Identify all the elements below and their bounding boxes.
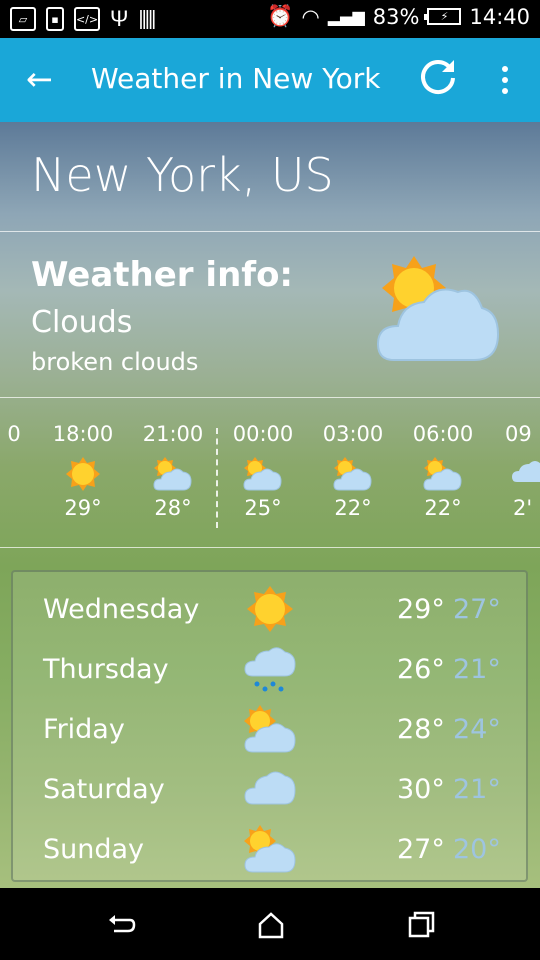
refresh-icon[interactable] xyxy=(416,56,460,100)
hourly-time: 09 xyxy=(505,422,532,446)
divider xyxy=(0,547,540,548)
daily-forecast: Wednesday 29° 27° Thursday 26° 21° Frida… xyxy=(11,570,528,882)
location-name: New York, US xyxy=(31,148,334,202)
sun-cloud-icon xyxy=(244,705,296,753)
hourly-item: 03:00 22° xyxy=(313,422,393,520)
hourly-time: 03:00 xyxy=(322,422,384,446)
sun-cloud-icon xyxy=(243,457,282,491)
back-arrow-icon[interactable]: ← xyxy=(26,60,53,98)
divider xyxy=(0,231,540,232)
daily-row[interactable]: Wednesday 29° 27° xyxy=(13,580,530,638)
more-vert-icon[interactable] xyxy=(500,66,510,96)
day-high: 28° xyxy=(397,714,445,745)
status-bar: ▱ ▪ </> Ψ ||||| ⏰ ◠ ▂▄▆ 83% ⚡ 14:40 xyxy=(0,0,540,38)
hourly-time: 18:00 xyxy=(52,422,114,446)
sun-cloud-icon xyxy=(423,457,462,491)
rain-icon xyxy=(512,461,540,482)
recents-nav-icon[interactable] xyxy=(406,910,436,940)
day-high: 29° xyxy=(397,594,445,625)
day-high: 26° xyxy=(397,654,445,685)
sun-icon xyxy=(66,457,100,491)
day-name: Friday xyxy=(43,714,125,745)
day-low: 21° xyxy=(453,774,501,805)
hourly-temp: 28° xyxy=(154,496,192,520)
daily-row[interactable]: Thursday 26° 21° xyxy=(13,640,530,698)
sun-cloud-icon xyxy=(333,457,372,491)
day-low: 27° xyxy=(453,594,501,625)
wifi-icon: ◠ xyxy=(301,4,320,29)
day-name: Saturday xyxy=(43,774,165,805)
hourly-time: 06:00 xyxy=(412,422,474,446)
day-low: 20° xyxy=(453,834,501,865)
battery-percent: 83% xyxy=(372,4,420,29)
day-separator xyxy=(216,428,218,528)
hourly-temp: 29° xyxy=(64,496,102,520)
home-nav-icon[interactable] xyxy=(256,910,286,940)
day-low: 24° xyxy=(453,714,501,745)
hourly-item: 00:00 25° xyxy=(223,422,303,520)
daily-row[interactable]: Sunday 27° 20° xyxy=(13,820,530,878)
rain-icon xyxy=(244,647,296,692)
app-title: Weather in New York xyxy=(91,62,381,95)
sun-icon xyxy=(247,586,293,632)
day-high: 30° xyxy=(397,774,445,805)
hourly-time: 21:00 xyxy=(142,422,204,446)
clock: 14:40 xyxy=(469,4,530,29)
weather-main: Clouds xyxy=(31,305,133,340)
cloud-icon xyxy=(244,771,296,805)
code-icon: </> xyxy=(74,7,100,31)
daily-row[interactable]: Saturday 30° 21° xyxy=(13,760,530,818)
hourly-temp: 2' xyxy=(513,496,533,520)
image-icon: ▱ xyxy=(10,7,36,31)
day-name: Thursday xyxy=(43,654,169,685)
weather-info-heading: Weather info: xyxy=(31,255,294,295)
usb-icon: Ψ xyxy=(110,6,129,31)
app-bar: ← Weather in New York xyxy=(0,38,540,122)
alarm-icon: ⏰ xyxy=(267,4,294,28)
sun-cloud-icon xyxy=(153,457,192,491)
barcode-icon: ||||| xyxy=(138,7,156,30)
back-nav-icon[interactable] xyxy=(106,910,136,940)
hourly-item: 18:00 29° xyxy=(43,422,123,520)
hourly-temp: 22° xyxy=(424,496,462,520)
day-name: Wednesday xyxy=(43,594,200,625)
hourly-temp: 22° xyxy=(334,496,372,520)
hourly-item: 09 2' xyxy=(493,422,540,520)
sun-cloud-icon xyxy=(376,256,500,361)
weather-description: broken clouds xyxy=(31,348,199,376)
divider xyxy=(0,397,540,398)
signal-icon: ▂▄▆ xyxy=(327,7,365,26)
day-high: 27° xyxy=(397,834,445,865)
hourly-temp: 25° xyxy=(244,496,282,520)
day-name: Sunday xyxy=(43,834,145,865)
hourly-time: 00:00 xyxy=(232,422,294,446)
hourly-item: 06:00 22° xyxy=(403,422,483,520)
lock-icon: ▪ xyxy=(46,7,64,31)
day-low: 21° xyxy=(453,654,501,685)
battery-icon: ⚡ xyxy=(424,8,462,25)
daily-row[interactable]: Friday 28° 24° xyxy=(13,700,530,758)
hourly-forecast[interactable]: 0 18:00 29° 21:00 28° 00:00 25° 03:00 22… xyxy=(0,422,540,532)
hourly-item: 21:00 28° xyxy=(133,422,213,520)
nav-bar xyxy=(0,888,540,960)
sun-cloud-icon xyxy=(244,825,296,873)
